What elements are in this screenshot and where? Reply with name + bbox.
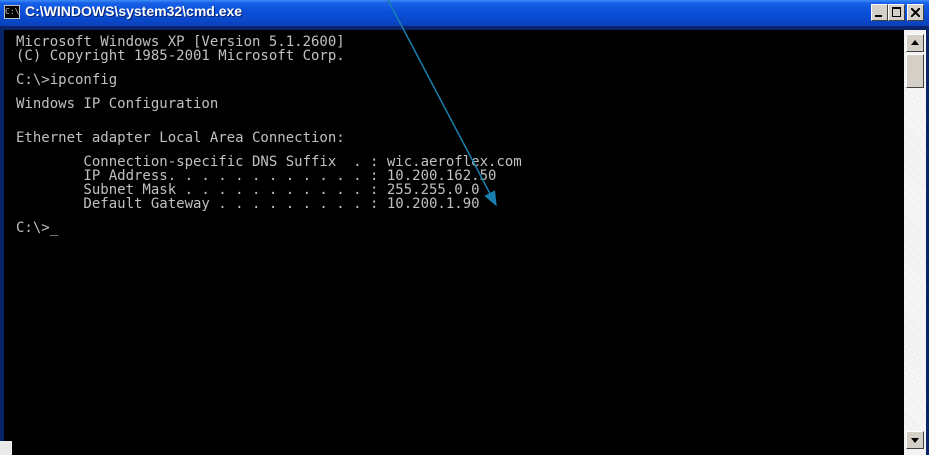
console-line: (C) Copyright 1985-2001 Microsoft Corp.: [16, 48, 345, 64]
scroll-up-button[interactable]: [906, 34, 924, 52]
console-output[interactable]: Microsoft Windows XP [Version 5.1.2600](…: [4, 30, 904, 455]
scroll-down-button[interactable]: [906, 431, 924, 449]
console-line: Microsoft Windows XP [Version 5.1.2600]: [16, 34, 345, 50]
maximize-button[interactable]: [888, 4, 905, 21]
console-line: IP Address. . . . . . . . . . . . : 10.2…: [16, 168, 497, 184]
console-line: C:\>_: [16, 220, 59, 236]
arrow-down-icon: [911, 438, 919, 443]
desktop-corner: [0, 441, 12, 455]
close-button[interactable]: [907, 4, 924, 21]
console-line: Default Gateway . . . . . . . . . : 10.2…: [16, 196, 480, 212]
arrow-up-icon: [911, 40, 919, 45]
console-line: Ethernet adapter Local Area Connection:: [16, 130, 345, 146]
console-line: C:\>ipconfig: [16, 72, 118, 88]
cmd-window: C:\ C:\WINDOWS\system32\cmd.exe Microsof…: [0, 0, 929, 455]
console-line: Subnet Mask . . . . . . . . . . . : 255.…: [16, 182, 480, 198]
console-line: Windows IP Configuration: [16, 96, 219, 112]
close-icon: [911, 8, 920, 17]
title-bar[interactable]: C:\ C:\WINDOWS\system32\cmd.exe: [0, 0, 929, 26]
cmd-icon[interactable]: C:\: [4, 5, 20, 19]
window-title: C:\WINDOWS\system32\cmd.exe: [25, 3, 243, 19]
minimize-button[interactable]: [871, 4, 888, 21]
vertical-scrollbar[interactable]: [904, 30, 926, 455]
console-line: Connection-specific DNS Suffix . : wic.a…: [16, 154, 522, 170]
scroll-thumb[interactable]: [906, 54, 924, 88]
console-text: Microsoft Windows XP [Version 5.1.2600](…: [16, 35, 522, 235]
